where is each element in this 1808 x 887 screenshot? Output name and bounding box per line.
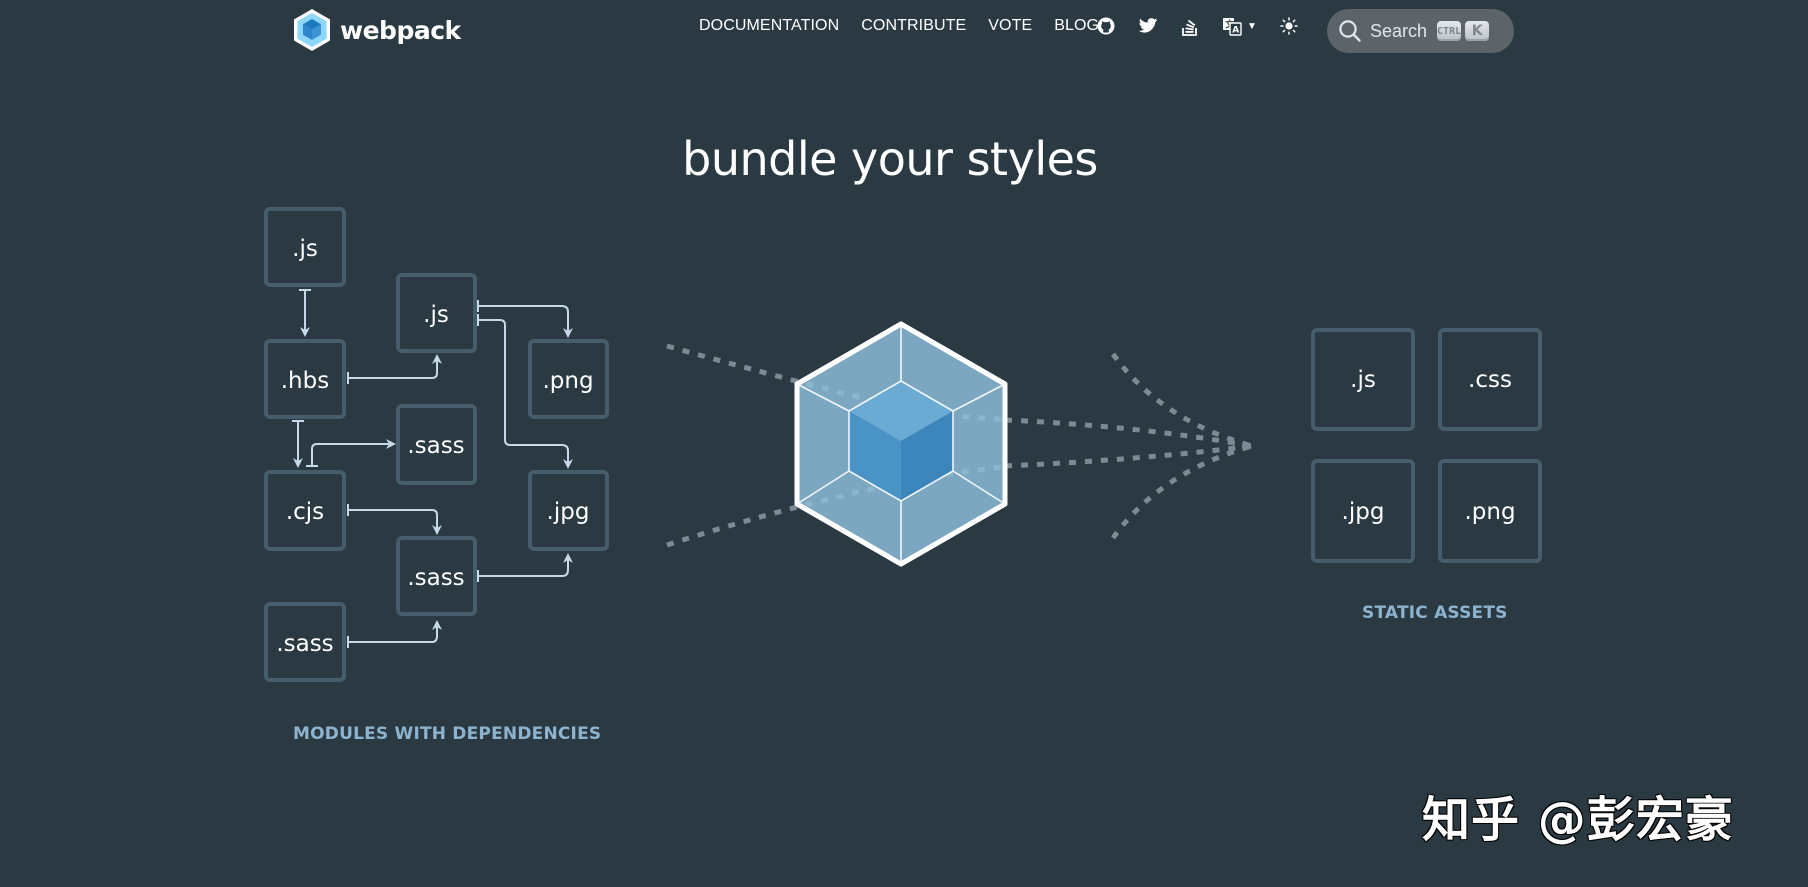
arrow-hbs-to-js bbox=[348, 354, 442, 379]
arrow-cjs-to-sass bbox=[311, 439, 396, 466]
module-box: .jpg bbox=[528, 470, 609, 551]
module-box: .cjs bbox=[264, 470, 346, 551]
assets-caption: STATIC ASSETS bbox=[1362, 603, 1508, 623]
svg-text:.sass: .sass bbox=[407, 433, 464, 459]
bundle-diagram: .js .js .hbs .png .sass .cjs .jpg .sass bbox=[264, 207, 1542, 682]
module-box: .js bbox=[396, 273, 477, 353]
svg-text:.sass: .sass bbox=[276, 631, 333, 657]
module-box: .sass bbox=[264, 602, 346, 682]
svg-text:.css: .css bbox=[1468, 367, 1512, 393]
module-box: .sass bbox=[396, 536, 477, 616]
module-box: .png bbox=[528, 339, 609, 419]
arrow-sass-to-jpg bbox=[478, 553, 573, 577]
asset-box: .jpg bbox=[1311, 459, 1415, 563]
module-box: .hbs bbox=[264, 339, 346, 419]
arrow-cjs-to-sass-2 bbox=[348, 509, 442, 535]
svg-text:.js: .js bbox=[423, 302, 449, 328]
module-box: .sass bbox=[396, 404, 477, 485]
svg-text:.jpg: .jpg bbox=[547, 499, 590, 525]
svg-text:.js: .js bbox=[1350, 367, 1376, 393]
webpack-cube-icon bbox=[794, 321, 1008, 567]
svg-text:.js: .js bbox=[292, 236, 318, 262]
asset-box: .css bbox=[1438, 328, 1542, 431]
module-box: .js bbox=[264, 207, 346, 287]
asset-box: .png bbox=[1438, 459, 1542, 563]
asset-boxes: .js .css .jpg .png bbox=[1311, 328, 1542, 563]
svg-text:.cjs: .cjs bbox=[286, 499, 324, 525]
watermark: 知乎 @彭宏豪 bbox=[1422, 792, 1734, 848]
svg-text:.png: .png bbox=[1464, 499, 1515, 525]
svg-text:.sass: .sass bbox=[407, 565, 464, 591]
svg-text:.hbs: .hbs bbox=[281, 368, 329, 394]
arrow-sass-to-sass bbox=[348, 620, 442, 643]
svg-text:.jpg: .jpg bbox=[1342, 499, 1385, 525]
asset-box: .js bbox=[1311, 328, 1415, 431]
svg-text:.png: .png bbox=[542, 368, 593, 394]
modules-caption: MODULES WITH DEPENDENCIES bbox=[293, 724, 602, 744]
